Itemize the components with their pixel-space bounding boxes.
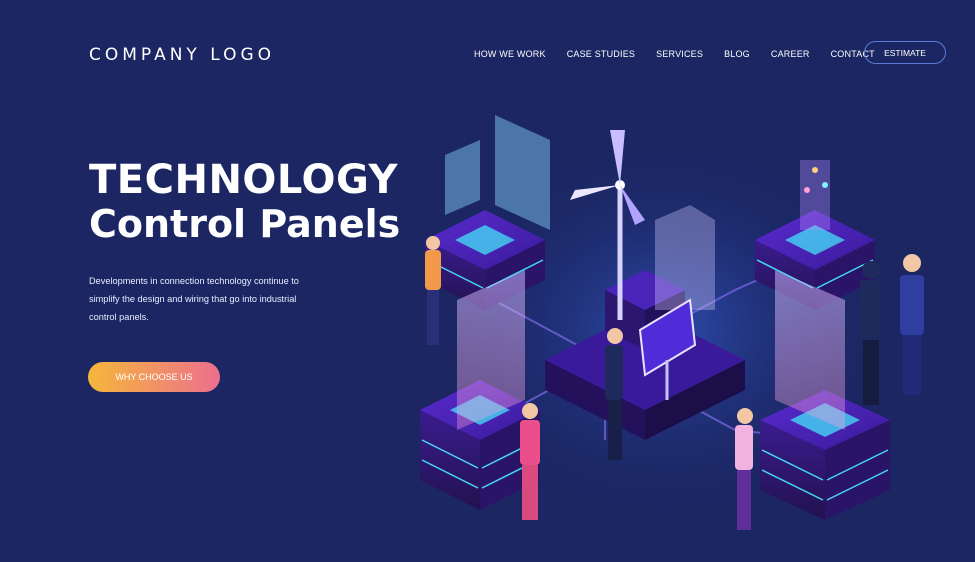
nav-case-studies[interactable]: CASE STUDIES [567, 49, 635, 59]
hero-title-line1: TECHNOLOGY [89, 157, 398, 203]
hero-title: TECHNOLOGY Control Panels [89, 157, 400, 247]
company-logo[interactable]: COMPANY LOGO [89, 45, 275, 65]
main-nav: HOW WE WORK CASE STUDIES SERVICES BLOG C… [474, 49, 875, 59]
hero-description: Developments in connection technology co… [89, 276, 299, 322]
nav-services[interactable]: SERVICES [656, 49, 703, 59]
why-choose-us-button[interactable]: WHY CHOOSE US [88, 362, 220, 392]
isometric-tech-illustration [420, 115, 924, 530]
hero-title-line2: Control Panels [89, 202, 401, 246]
estimate-button[interactable]: ESTIMATE [864, 41, 946, 64]
nav-how-we-work[interactable]: HOW WE WORK [474, 49, 546, 59]
nav-career[interactable]: CAREER [771, 49, 810, 59]
nav-blog[interactable]: BLOG [724, 49, 750, 59]
